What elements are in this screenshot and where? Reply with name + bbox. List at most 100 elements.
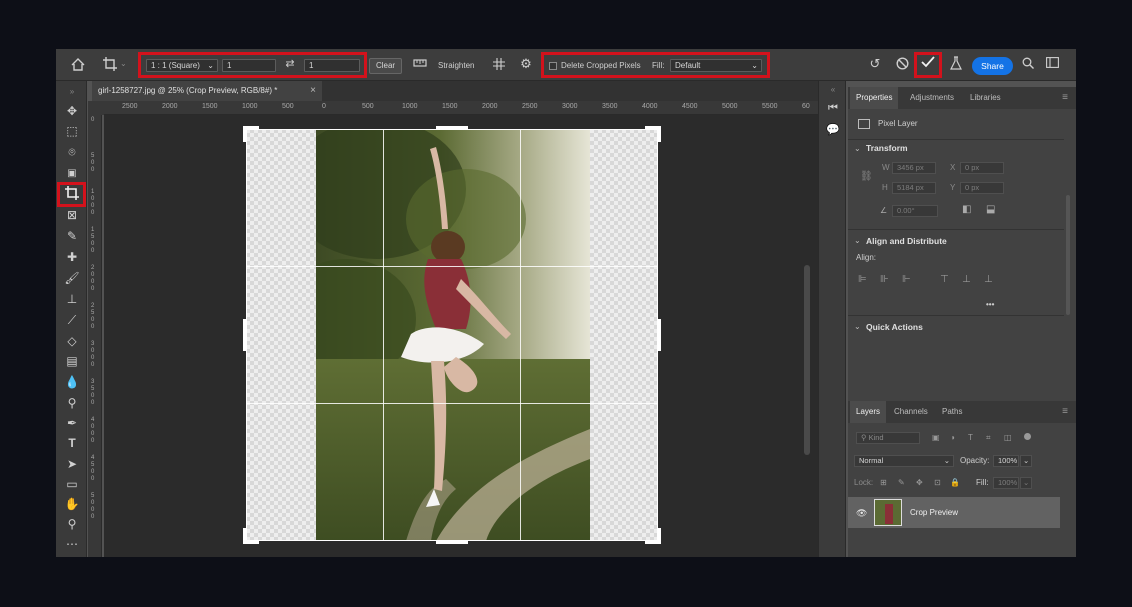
panel-menu-icon[interactable]: ≡	[1058, 405, 1072, 419]
type-tool-icon[interactable]: T	[61, 435, 83, 452]
swap-arrows-icon[interactable]: ⇄	[282, 57, 298, 71]
straighten-icon[interactable]	[412, 58, 428, 73]
more-options-icon[interactable]: •••	[986, 299, 994, 311]
crop-preset-chevron-icon[interactable]: ⌄	[120, 58, 127, 70]
history-panel-icon[interactable]: ⏮	[825, 101, 841, 115]
rectangle-tool-icon[interactable]: ▭	[61, 476, 83, 493]
tab-channels[interactable]: Channels	[888, 401, 934, 423]
straighten-label[interactable]: Straighten	[438, 60, 474, 72]
eyedropper-tool-icon[interactable]: ✎	[61, 228, 83, 245]
lock-transparent-icon[interactable]: ⊞	[880, 477, 887, 489]
width-input[interactable]: 3456 px	[892, 162, 936, 174]
crop-handle-top-right[interactable]	[657, 126, 661, 142]
ratio-width-input[interactable]: 1	[222, 59, 276, 72]
document-tab[interactable]: girl-1258727.jpg @ 25% (Crop Preview, RG…	[92, 81, 322, 101]
crop-handle-right[interactable]	[657, 319, 661, 351]
ratio-preset-select[interactable]: 1 : 1 (Square) ⌄	[146, 59, 218, 72]
share-button[interactable]: Share	[972, 57, 1013, 75]
crop-handle-bottom-right[interactable]	[657, 528, 661, 544]
align-right-icon[interactable]: ⊩	[902, 274, 911, 286]
clear-button[interactable]: Clear	[369, 58, 402, 74]
blur-tool-icon[interactable]: 💧	[61, 374, 83, 391]
align-top-icon[interactable]: ⊤	[940, 274, 949, 286]
collapse-chevron-icon[interactable]: ⌄	[854, 143, 861, 155]
search-icon[interactable]	[1020, 57, 1036, 72]
fill-select[interactable]: Default ⌄	[670, 59, 762, 72]
canvas-scrollbar-thumb[interactable]	[804, 265, 810, 455]
crop-handle-bottom[interactable]	[436, 540, 468, 544]
brush-tool-icon[interactable]: 🖌	[61, 270, 83, 287]
layer-name[interactable]: Crop Preview	[910, 507, 958, 519]
collapse-chevron-icon[interactable]: ⌄	[854, 321, 861, 333]
layer-fill-input[interactable]: 100%	[993, 477, 1019, 489]
crop-icon[interactable]	[102, 57, 118, 74]
flask-icon[interactable]	[948, 56, 964, 73]
opacity-input[interactable]: 100%	[993, 455, 1019, 467]
kind-filter-select[interactable]: ⚲ Kind	[856, 432, 920, 444]
hand-tool-icon[interactable]: ✋	[61, 496, 83, 513]
more-tools-icon[interactable]: ⋯	[61, 536, 83, 553]
healing-brush-tool-icon[interactable]: ✚	[61, 249, 83, 266]
tab-layers[interactable]: Layers	[850, 401, 887, 423]
visibility-eye-icon[interactable]: 👁	[856, 507, 867, 519]
opacity-chevron-icon[interactable]: ⌄	[1020, 455, 1032, 467]
ruler-origin[interactable]	[88, 101, 104, 115]
fill-chevron-icon[interactable]: ⌄	[1020, 477, 1032, 489]
x-input[interactable]: 0 px	[960, 162, 1004, 174]
lock-image-icon[interactable]: ✎	[898, 477, 905, 489]
comments-panel-icon[interactable]: 💬	[825, 123, 841, 137]
path-selection-tool-icon[interactable]: ➤	[61, 456, 83, 473]
properties-scrollbar[interactable]	[1066, 195, 1070, 315]
frame-tool-icon[interactable]: ⊠	[61, 207, 83, 224]
angle-input[interactable]: 0.00°	[892, 205, 938, 217]
home-icon[interactable]	[70, 58, 86, 74]
crop-handle-bottom-left[interactable]	[243, 528, 247, 544]
gear-icon[interactable]: ⚙	[518, 57, 534, 71]
align-middle-icon[interactable]: ⊥	[962, 274, 971, 286]
align-bottom-icon[interactable]: ⊥	[984, 274, 993, 286]
flip-vertical-icon[interactable]: ⬓	[986, 204, 995, 216]
grid-overlay-icon[interactable]	[492, 58, 506, 73]
transform-section-title[interactable]: Transform	[866, 143, 908, 153]
blend-mode-select[interactable]: Normal ⌄	[854, 455, 954, 467]
tab-properties[interactable]: Properties	[850, 87, 899, 109]
close-tab-icon[interactable]: ×	[310, 81, 316, 101]
tab-paths[interactable]: Paths	[936, 401, 968, 423]
flip-horizontal-icon[interactable]: ◧	[962, 204, 971, 216]
expand-icon[interactable]: «	[825, 83, 841, 97]
object-select-tool-icon[interactable]: ▣	[61, 165, 83, 182]
filter-type-icon[interactable]: T	[968, 432, 973, 444]
gradient-tool-icon[interactable]: ▤	[61, 353, 83, 370]
align-left-icon[interactable]: ⊫	[858, 274, 867, 286]
cancel-crop-icon[interactable]	[894, 57, 910, 73]
align-center-h-icon[interactable]: ⊪	[880, 274, 889, 286]
crop-tool-icon[interactable]	[61, 186, 83, 203]
crop-handle-top[interactable]	[436, 126, 468, 130]
crop-area[interactable]	[243, 126, 661, 544]
delete-cropped-checkbox[interactable]	[549, 62, 557, 70]
crop-handle-left[interactable]	[243, 319, 247, 351]
zoom-tool-icon[interactable]: ⚲	[61, 516, 83, 533]
move-tool-icon[interactable]: ✥	[61, 103, 83, 120]
lock-all-icon[interactable]: 🔒	[950, 477, 960, 489]
height-input[interactable]: 5184 px	[892, 182, 936, 194]
panel-menu-icon[interactable]: ≡	[1058, 91, 1072, 105]
canvas-area[interactable]	[104, 115, 818, 557]
filter-adjustment-icon[interactable]: ◑	[950, 432, 955, 444]
commit-check-icon[interactable]	[920, 56, 936, 71]
clone-stamp-tool-icon[interactable]: ⊥	[61, 291, 83, 308]
lock-artboard-icon[interactable]: ⊡	[934, 477, 941, 489]
dodge-tool-icon[interactable]: ⚲	[61, 395, 83, 412]
vertical-ruler[interactable]: 0 500 1000 1500 2000 2500 3000 3500 4000 4500 5000	[88, 115, 102, 557]
lock-position-icon[interactable]: ✥	[916, 477, 923, 489]
filter-smart-object-icon[interactable]: ◫	[1004, 432, 1012, 444]
tab-libraries[interactable]: Libraries	[964, 87, 1007, 109]
pen-tool-icon[interactable]: ✒	[61, 415, 83, 432]
quick-actions-title[interactable]: Quick Actions	[866, 322, 923, 332]
collapse-icon[interactable]: »	[61, 83, 83, 100]
horizontal-ruler[interactable]: 2500 2000 1500 1000 500 0 500 1000 1500 2000 2500 3…	[104, 101, 818, 115]
filter-pixel-icon[interactable]: ▣	[932, 432, 940, 444]
align-section-title[interactable]: Align and Distribute	[866, 236, 947, 246]
workspace-icon[interactable]	[1044, 57, 1060, 71]
ratio-height-input[interactable]: 1	[304, 59, 360, 72]
